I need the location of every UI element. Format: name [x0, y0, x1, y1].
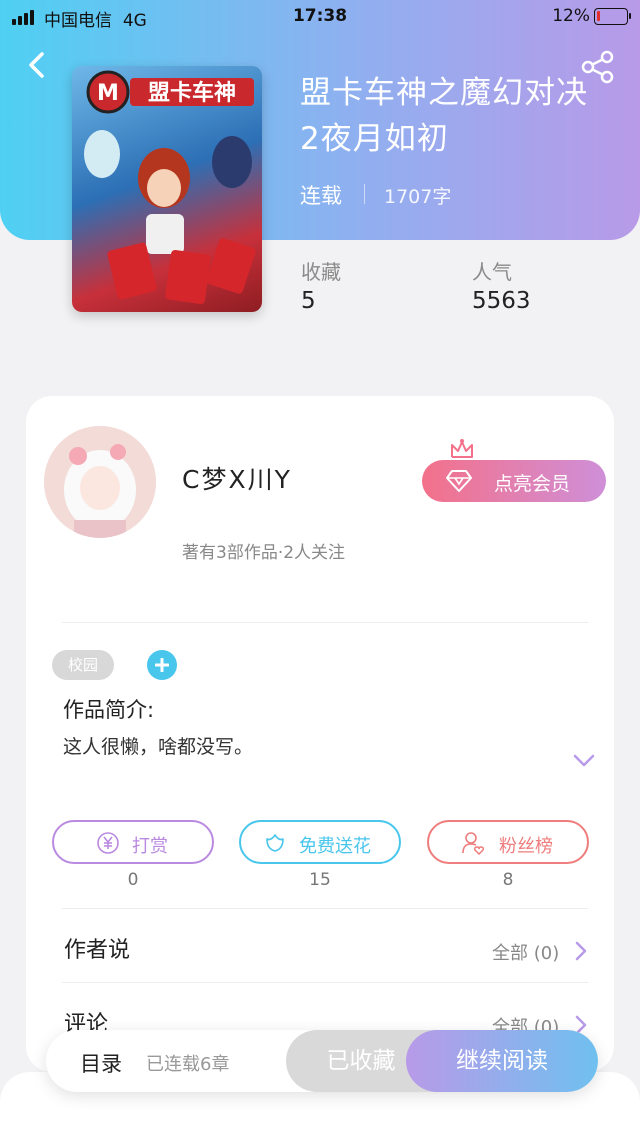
- expand-button[interactable]: [572, 752, 596, 770]
- fan-ranking-button[interactable]: 粉丝榜: [427, 820, 589, 864]
- book-word-count: 1707字: [384, 186, 452, 208]
- plus-icon: [155, 658, 169, 672]
- diamond-icon: [446, 470, 472, 492]
- chevron-left-icon: [29, 52, 44, 78]
- fan-ranking-label: 粉丝榜: [499, 836, 553, 857]
- send-flower-button[interactable]: 免费送花: [239, 820, 401, 864]
- divider: [62, 908, 588, 909]
- book-cover[interactable]: M 盟卡车神: [72, 66, 262, 312]
- author-notes-title: 作者说: [64, 938, 131, 963]
- intro-label: 作品简介:: [63, 698, 155, 722]
- status-time: 17:38: [292, 6, 348, 26]
- flower-count: 15: [309, 870, 331, 890]
- book-status: 连载: [300, 184, 342, 208]
- book-title: 盟卡车神之魔幻对决2夜月如初: [300, 75, 588, 157]
- chevron-down-icon: [573, 754, 595, 767]
- add-tag-button[interactable]: [147, 650, 177, 680]
- continue-reading-button[interactable]: 继续阅读: [406, 1030, 598, 1092]
- intro-text: 这人很懒，啥都没写。: [63, 736, 254, 758]
- fan-count: 8: [502, 870, 514, 890]
- reward-button[interactable]: 打赏: [52, 820, 214, 864]
- favorites-label: 收藏: [301, 260, 341, 284]
- cover-title: 盟卡车神: [148, 80, 236, 106]
- send-flower-label: 免费送花: [299, 836, 371, 857]
- battery-icon: [594, 8, 631, 25]
- popularity-label: 人气: [472, 260, 512, 284]
- author-stats: 著有3部作品·2人关注: [182, 543, 346, 563]
- reward-count: 0: [127, 870, 139, 890]
- chapter-count: 已连载6章: [146, 1054, 230, 1075]
- chevron-right-icon[interactable]: [574, 941, 588, 961]
- popularity-count: 5563: [472, 288, 531, 314]
- battery-fill: [597, 11, 600, 21]
- battery-percent: 12%: [552, 6, 590, 26]
- tag-campus[interactable]: 校园: [52, 650, 114, 680]
- status-bar: 中国电信 4G 17:38 12%: [0, 0, 640, 34]
- vip-button[interactable]: 点亮会员: [422, 439, 606, 502]
- divider: [62, 622, 588, 623]
- back-button[interactable]: [20, 48, 54, 82]
- author-notes-all-link[interactable]: 全部 (0): [492, 939, 559, 965]
- favorites-count: 5: [301, 288, 316, 314]
- svg-text:M: M: [97, 81, 119, 106]
- avatar-art: [44, 426, 156, 538]
- divider: [62, 982, 588, 983]
- meta-divider: [364, 184, 365, 204]
- author-name[interactable]: C梦X川Y: [182, 460, 292, 496]
- reward-label: 打赏: [132, 836, 168, 857]
- table-of-contents-button[interactable]: 目录: [80, 1048, 122, 1078]
- author-avatar[interactable]: [44, 426, 156, 538]
- fan-user-icon: [462, 832, 484, 855]
- vip-button-label: 点亮会员: [494, 473, 571, 495]
- bottom-action-bar: 目录 已连载6章 已收藏 继续阅读: [46, 1030, 598, 1092]
- cover-art: M 盟卡车神: [84, 70, 256, 305]
- flower-icon: [266, 834, 284, 852]
- yen-coin-icon: [97, 832, 119, 854]
- crown-icon: [451, 439, 473, 458]
